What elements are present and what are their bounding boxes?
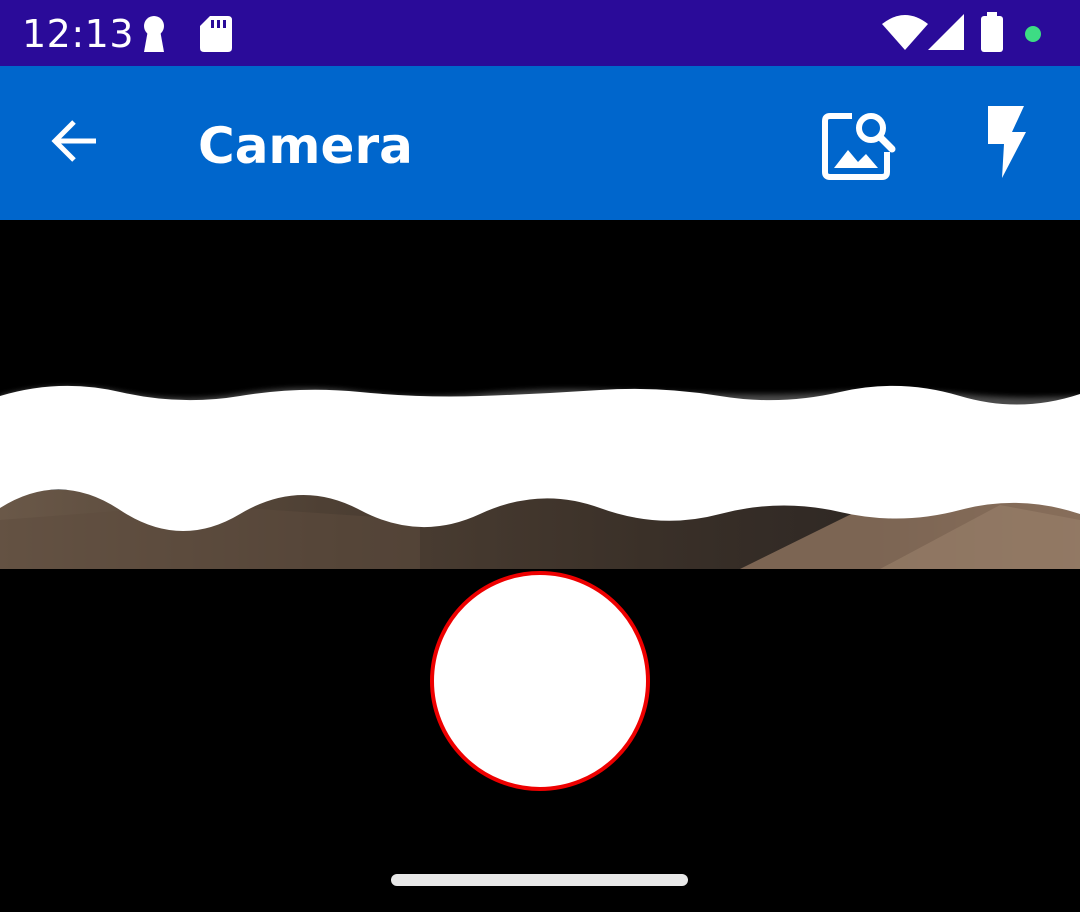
- page-title: Camera: [198, 117, 413, 175]
- image-search-icon[interactable]: [822, 110, 898, 180]
- home-indicator[interactable]: [391, 874, 688, 886]
- battery-icon: [981, 12, 1003, 52]
- sd-card-icon: [200, 16, 232, 52]
- camera-preview: [0, 220, 1080, 569]
- keyhole-icon: [144, 16, 164, 52]
- shutter-area: [0, 569, 1080, 912]
- wifi-icon: [882, 15, 928, 50]
- app-bar: Camera: [0, 66, 1080, 220]
- status-time: 12:13: [22, 12, 135, 56]
- flash-icon[interactable]: [984, 106, 1028, 178]
- status-bar: 12:13: [0, 0, 1080, 66]
- signal-icon: [928, 14, 964, 50]
- dot-icon: [1025, 26, 1041, 42]
- back-arrow-icon[interactable]: [50, 116, 100, 166]
- shutter-button[interactable]: [430, 571, 650, 791]
- preview-image: [0, 385, 1080, 569]
